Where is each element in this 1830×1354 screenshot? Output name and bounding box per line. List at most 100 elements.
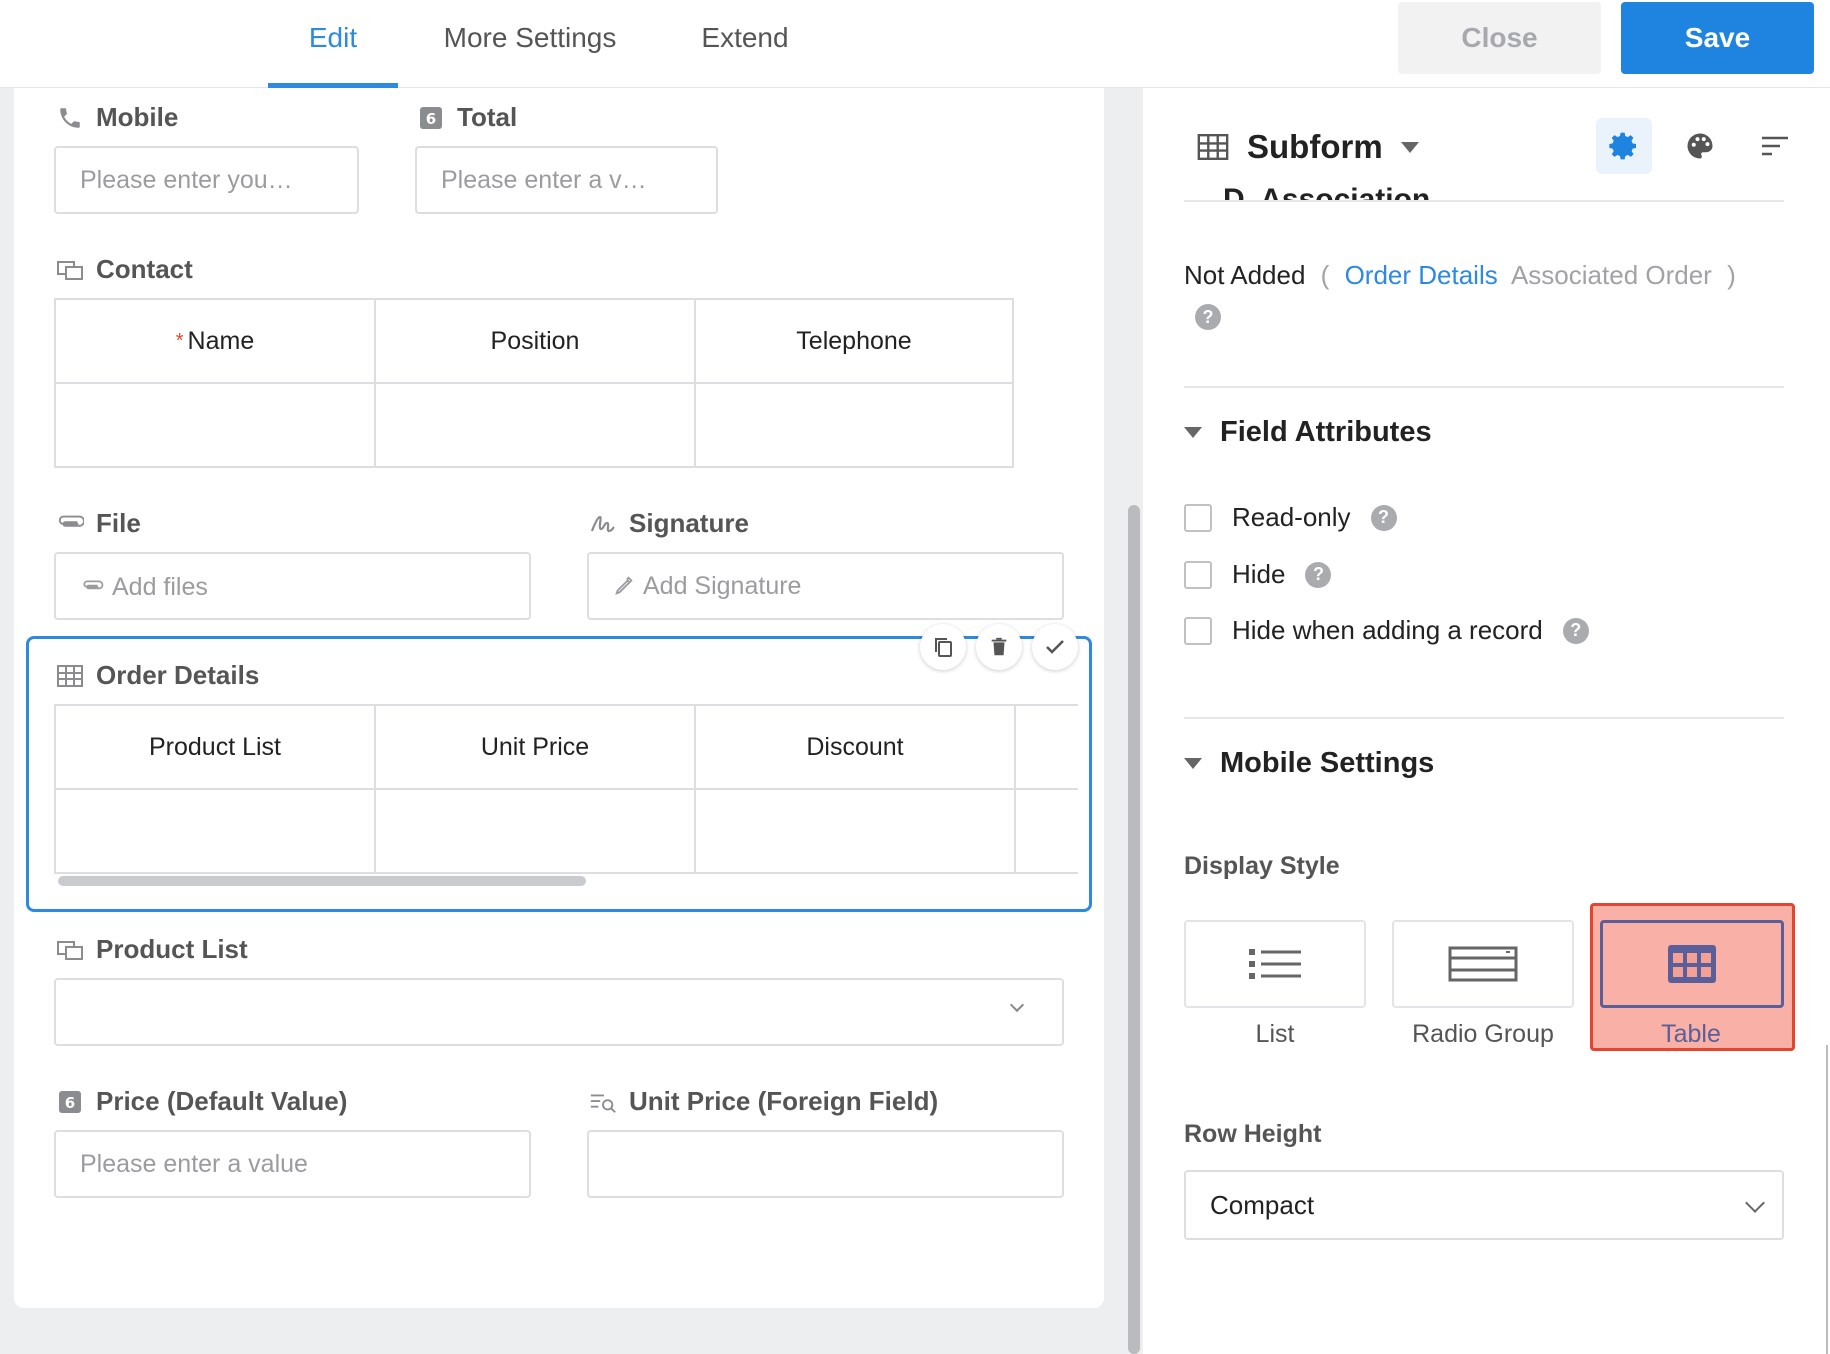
mobile-settings-title: Mobile Settings xyxy=(1220,747,1435,779)
add-signature-input[interactable]: Add Signature xyxy=(587,552,1064,620)
help-icon[interactable]: ? xyxy=(1370,504,1397,531)
help-icon[interactable]: ? xyxy=(1305,561,1332,588)
order-details-table: Product List Unit Price Discount xyxy=(54,704,1078,874)
subform-icon xyxy=(56,936,84,964)
add-signature-content: Add Signature xyxy=(613,554,801,618)
file-label-text: File xyxy=(96,508,141,538)
unit-price-field-label: Unit Price (Foreign Field) xyxy=(589,1086,938,1117)
price-field-label: 6 Price (Default Value) xyxy=(56,1086,347,1117)
palette-icon[interactable] xyxy=(1672,118,1728,174)
order-details-field-label: Order Details xyxy=(56,660,259,691)
horizontal-scrollbar[interactable] xyxy=(58,876,586,886)
hide-when-adding-option[interactable]: Hide when adding a record ? xyxy=(1184,615,1589,646)
mobile-input[interactable]: Please enter you… xyxy=(54,146,359,214)
read-only-checkbox[interactable] xyxy=(1184,503,1212,532)
column-header-label: Name xyxy=(187,326,255,355)
help-icon[interactable]: ? xyxy=(1195,304,1221,330)
list-icon xyxy=(1249,949,1301,979)
attachment-icon xyxy=(56,510,84,538)
product-list-field-label: Product List xyxy=(56,934,248,965)
number-icon: 6 xyxy=(56,1088,84,1116)
hide-when-adding-checkbox[interactable] xyxy=(1184,616,1212,645)
panel-title[interactable]: Subform xyxy=(1197,128,1419,166)
svg-text:6: 6 xyxy=(65,1094,75,1112)
contact-table: * Name Position Telephone xyxy=(54,298,1014,468)
mobile-settings-section[interactable]: Mobile Settings xyxy=(1184,747,1434,780)
chevron-down-icon xyxy=(1745,1193,1765,1213)
table-cell[interactable] xyxy=(56,384,376,468)
column-header-position: Position xyxy=(376,300,696,384)
display-style-table[interactable] xyxy=(1600,920,1784,1008)
order-details-link[interactable]: Order Details xyxy=(1345,260,1498,290)
hide-checkbox[interactable] xyxy=(1184,560,1212,589)
tab-extend[interactable]: Extend xyxy=(680,0,810,88)
subform-icon xyxy=(56,256,84,284)
copy-icon[interactable] xyxy=(920,624,966,670)
number-icon: 6 xyxy=(417,104,445,132)
hide-when-adding-label: Hide when adding a record xyxy=(1232,615,1543,645)
close-button[interactable]: Close xyxy=(1398,2,1601,74)
total-input[interactable]: Please enter a v… xyxy=(415,146,718,214)
save-button[interactable]: Save xyxy=(1621,2,1814,74)
unit-price-label-text: Unit Price (Foreign Field) xyxy=(629,1086,939,1116)
properties-panel: Subform D. Association Not Added ( Order… xyxy=(1143,88,1830,1354)
divider xyxy=(1184,717,1784,719)
file-field-label: File xyxy=(56,508,141,539)
column-header-telephone: Telephone xyxy=(696,300,1014,384)
svg-text:6: 6 xyxy=(426,110,436,128)
add-signature-text: Add Signature xyxy=(643,572,802,600)
table-cell[interactable] xyxy=(1016,790,1078,874)
field-actions xyxy=(920,624,1078,670)
hide-option[interactable]: Hide ? xyxy=(1184,559,1332,590)
column-header-discount: Discount xyxy=(696,706,1016,790)
table-cell[interactable] xyxy=(56,790,376,874)
contact-label-text: Contact xyxy=(96,254,193,284)
table-icon xyxy=(1197,134,1229,160)
table-cell[interactable] xyxy=(696,790,1016,874)
signature-icon xyxy=(589,510,617,538)
table-cell[interactable] xyxy=(376,790,696,874)
paren-open: ( xyxy=(1320,260,1330,290)
caret-down-icon xyxy=(1184,427,1202,438)
required-mark: * xyxy=(175,329,184,352)
read-only-option[interactable]: Read-only ? xyxy=(1184,502,1397,533)
panel-edge-scrollbar xyxy=(1826,1045,1828,1354)
tab-edit[interactable]: Edit xyxy=(268,0,398,88)
partial-heading: D. Association xyxy=(1223,186,1443,200)
row-height-value: Compact xyxy=(1210,1190,1315,1220)
product-list-select[interactable] xyxy=(54,978,1064,1046)
contact-field-label: Contact xyxy=(56,254,193,285)
help-icon[interactable]: ? xyxy=(1562,617,1589,644)
field-attributes-title: Field Attributes xyxy=(1220,416,1432,448)
table-cell[interactable] xyxy=(376,384,696,468)
check-icon[interactable] xyxy=(1032,624,1078,670)
row-height-label: Row Height xyxy=(1184,1120,1322,1148)
attachment-icon xyxy=(83,580,104,590)
divider xyxy=(1184,200,1784,202)
add-files-input[interactable]: Add files xyxy=(54,552,531,620)
product-list-label-text: Product List xyxy=(96,934,248,964)
read-only-label: Read-only xyxy=(1232,502,1351,532)
settings-gear-icon[interactable] xyxy=(1596,118,1652,174)
tab-more-settings[interactable]: More Settings xyxy=(425,0,635,88)
display-style-list[interactable] xyxy=(1184,920,1366,1008)
paren-close: ) xyxy=(1727,260,1736,290)
unit-price-input[interactable] xyxy=(587,1130,1064,1198)
trash-icon[interactable] xyxy=(976,624,1022,670)
vertical-scrollbar[interactable] xyxy=(1128,505,1140,1354)
row-height-select[interactable]: Compact xyxy=(1184,1170,1784,1240)
table-cell[interactable] xyxy=(696,384,1014,468)
field-attributes-section[interactable]: Field Attributes xyxy=(1184,416,1432,449)
divider xyxy=(1184,386,1784,388)
association-target: Associated Order xyxy=(1510,260,1712,290)
table-icon xyxy=(56,662,84,690)
display-style-radio-group-label: Radio Group xyxy=(1412,1020,1554,1048)
sort-lines-icon[interactable] xyxy=(1747,118,1803,174)
price-input[interactable]: Please enter a value xyxy=(54,1130,531,1198)
display-style-table-label: Table xyxy=(1661,1020,1721,1048)
caret-down-icon xyxy=(1400,141,1419,153)
display-style-radio-group[interactable] xyxy=(1392,920,1574,1008)
panel-title-text: Subform xyxy=(1247,128,1383,165)
column-header-overflow xyxy=(1016,706,1078,790)
column-header-product-list: Product List xyxy=(56,706,376,790)
